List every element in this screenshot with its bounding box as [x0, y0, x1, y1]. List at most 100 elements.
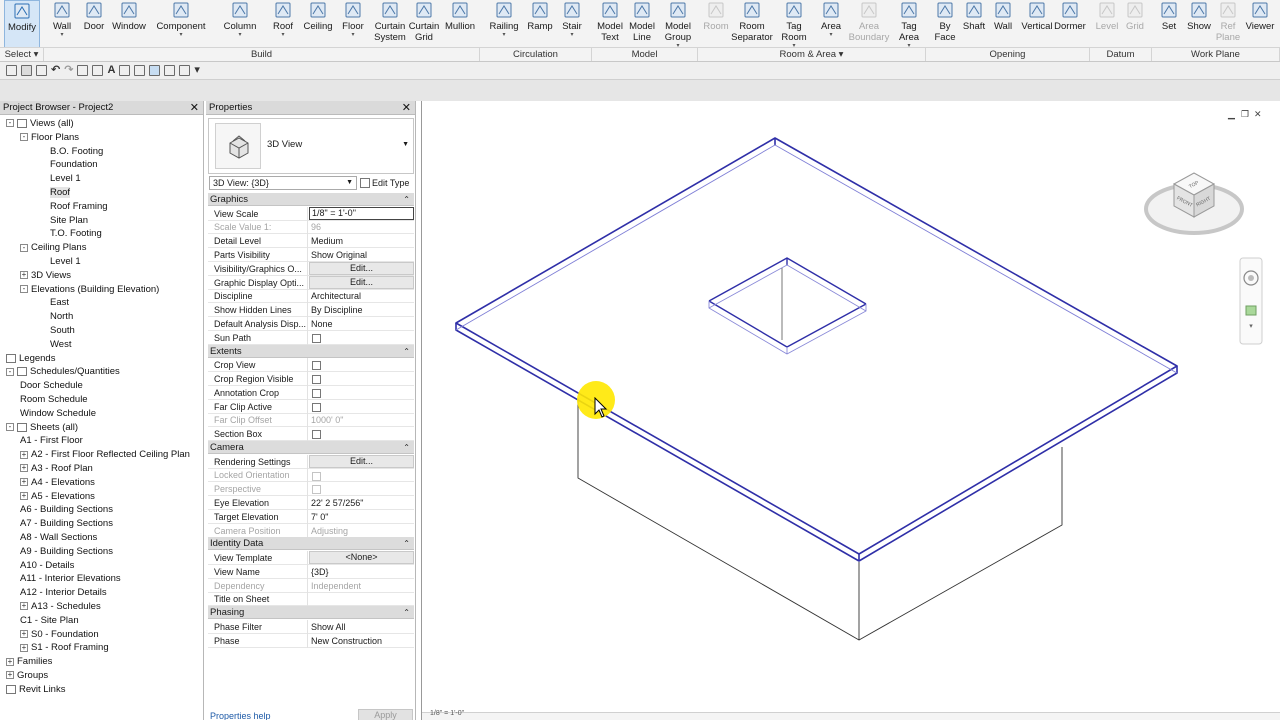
- measure-icon[interactable]: [77, 65, 89, 76]
- component-button[interactable]: Component ▾: [152, 0, 210, 48]
- section-icon[interactable]: [134, 65, 146, 76]
- property-value[interactable]: Show All: [309, 620, 414, 634]
- wall-opening-button[interactable]: Wall: [990, 0, 1016, 48]
- chevron-down-icon[interactable]: ▾: [502, 32, 505, 38]
- curtain-system-button[interactable]: Curtain System: [370, 0, 410, 48]
- wall-button[interactable]: Wall ▾: [48, 0, 76, 48]
- property-value[interactable]: New Construction: [309, 634, 414, 648]
- mullion-button[interactable]: Mullion: [442, 0, 478, 48]
- panel-title[interactable]: Room & Area ▾: [698, 47, 926, 61]
- close-icon[interactable]: ✕: [190, 101, 199, 115]
- chevron-down-icon[interactable]: ▾: [281, 32, 284, 38]
- collapse-icon[interactable]: -: [6, 423, 14, 432]
- property-edit-button[interactable]: Edit...: [309, 261, 414, 275]
- tree-item[interactable]: South: [50, 324, 75, 337]
- thin-lines-icon[interactable]: [149, 65, 161, 76]
- tree-item[interactable]: Site Plan: [50, 214, 88, 227]
- property-section[interactable]: Graphics ⌃: [208, 193, 414, 206]
- property-checkbox[interactable]: [312, 388, 321, 398]
- tag-room-button[interactable]: Tag Room ▾: [780, 0, 808, 49]
- expand-icon[interactable]: +: [6, 671, 14, 680]
- 3d-view-canvas[interactable]: TOP FRONT RIGHT ▾ ▁ ❐ ✕ 1/8" = 1'-0": [421, 101, 1280, 720]
- property-section[interactable]: Identity Data ⌃: [208, 537, 414, 551]
- chevron-down-icon[interactable]: ▾: [60, 32, 63, 38]
- collapse-icon[interactable]: ⌃: [403, 193, 410, 206]
- area-button[interactable]: Area ▾: [816, 0, 846, 48]
- tree-item[interactable]: A8 - Wall Sections: [20, 531, 97, 544]
- window-button[interactable]: Window: [110, 0, 148, 48]
- tree-item[interactable]: + A13 - Schedules: [20, 600, 101, 613]
- property-value[interactable]: [309, 331, 414, 345]
- property-checkbox[interactable]: [312, 361, 321, 371]
- room-button[interactable]: Room: [702, 0, 730, 48]
- property-section[interactable]: Extents ⌃: [208, 344, 414, 358]
- property-section[interactable]: Camera ⌃: [208, 441, 414, 454]
- collapse-icon[interactable]: ⌃: [403, 441, 410, 454]
- tree-item[interactable]: + A4 - Elevations: [20, 476, 95, 489]
- collapse-icon[interactable]: ⌃: [403, 606, 410, 619]
- tree-item[interactable]: + A2 - First Floor Reflected Ceiling Plan: [20, 448, 190, 461]
- redo-icon[interactable]: ↷: [64, 65, 73, 76]
- tree-item[interactable]: Roof: [50, 186, 71, 199]
- expand-icon[interactable]: +: [20, 450, 28, 459]
- ref-plane-button[interactable]: Ref Plane: [1214, 0, 1242, 48]
- property-edit-button[interactable]: Edit...: [309, 454, 414, 468]
- property-value[interactable]: By Discipline: [309, 303, 414, 317]
- room-separator-button[interactable]: Room Separator: [730, 0, 774, 48]
- tree-item[interactable]: - Schedules/Quantities: [6, 365, 120, 378]
- property-checkbox[interactable]: [312, 430, 321, 440]
- property-value[interactable]: 7' 0": [309, 510, 414, 524]
- tree-item[interactable]: + Groups: [6, 669, 48, 682]
- tree-item[interactable]: Legends: [6, 352, 55, 365]
- apply-button[interactable]: Apply: [358, 709, 413, 720]
- expand-icon[interactable]: +: [20, 271, 28, 280]
- tree-item[interactable]: Door Schedule: [20, 379, 83, 392]
- navigation-bar[interactable]: ▾: [1238, 256, 1264, 346]
- grid-button[interactable]: Grid: [1122, 0, 1148, 48]
- tag-area-button[interactable]: Tag Area ▾: [896, 0, 922, 49]
- property-checkbox[interactable]: [312, 375, 321, 385]
- tree-item[interactable]: A11 - Interior Elevations: [20, 572, 121, 585]
- property-value[interactable]: [309, 400, 414, 414]
- panel-title[interactable]: Select ▾: [0, 47, 44, 61]
- collapse-icon[interactable]: -: [6, 119, 14, 128]
- collapse-icon[interactable]: -: [20, 285, 28, 294]
- ramp-button[interactable]: Ramp: [526, 0, 554, 48]
- tree-item[interactable]: C1 - Site Plan: [20, 614, 79, 627]
- tree-item[interactable]: A12 - Interior Details: [20, 586, 107, 599]
- level-button[interactable]: Level: [1094, 0, 1120, 48]
- chevron-down-icon[interactable]: ▾: [179, 32, 182, 38]
- tree-item[interactable]: - Sheets (all): [6, 421, 78, 434]
- tree-item[interactable]: North: [50, 310, 73, 323]
- close-windows-icon[interactable]: [164, 65, 176, 76]
- tree-item[interactable]: West: [50, 338, 71, 351]
- collapse-icon[interactable]: -: [20, 133, 28, 142]
- dormer-button[interactable]: Dormer: [1052, 0, 1088, 48]
- customize-toolbar-icon[interactable]: ▾: [194, 65, 200, 76]
- ceiling-button[interactable]: Ceiling: [300, 0, 336, 48]
- tree-item[interactable]: + A5 - Elevations: [20, 490, 95, 503]
- tree-item[interactable]: A10 - Details: [20, 559, 74, 572]
- property-value[interactable]: None: [309, 317, 414, 331]
- curtain-grid-button[interactable]: Curtain Grid: [406, 0, 442, 48]
- property-edit-button[interactable]: Edit...: [309, 275, 414, 289]
- expand-icon[interactable]: +: [20, 630, 28, 639]
- tree-item[interactable]: - Elevations (Building Elevation): [20, 283, 159, 296]
- tree-item[interactable]: + A3 - Roof Plan: [20, 462, 93, 475]
- tree-item[interactable]: +3D Views: [20, 269, 71, 282]
- tree-item[interactable]: - Floor Plans: [20, 131, 79, 144]
- show-button[interactable]: Show: [1186, 0, 1212, 48]
- property-value[interactable]: 22' 2 57/256": [309, 496, 414, 510]
- stair-button[interactable]: Stair ▾: [558, 0, 586, 48]
- close-icon[interactable]: ✕: [402, 101, 411, 115]
- tree-item[interactable]: + S0 - Foundation: [20, 628, 99, 641]
- view-scale-status[interactable]: 1/8" = 1'-0": [430, 710, 464, 717]
- text-icon[interactable]: A: [107, 65, 115, 76]
- view-cube[interactable]: TOP FRONT RIGHT: [1142, 159, 1252, 249]
- collapse-icon[interactable]: ⌃: [403, 345, 410, 358]
- tree-item[interactable]: Foundation: [50, 158, 98, 171]
- switch-windows-icon[interactable]: [179, 65, 191, 76]
- model-group-button[interactable]: Model Group ▾: [660, 0, 696, 49]
- tree-item[interactable]: Roof Framing: [50, 200, 108, 213]
- property-value[interactable]: [309, 386, 414, 400]
